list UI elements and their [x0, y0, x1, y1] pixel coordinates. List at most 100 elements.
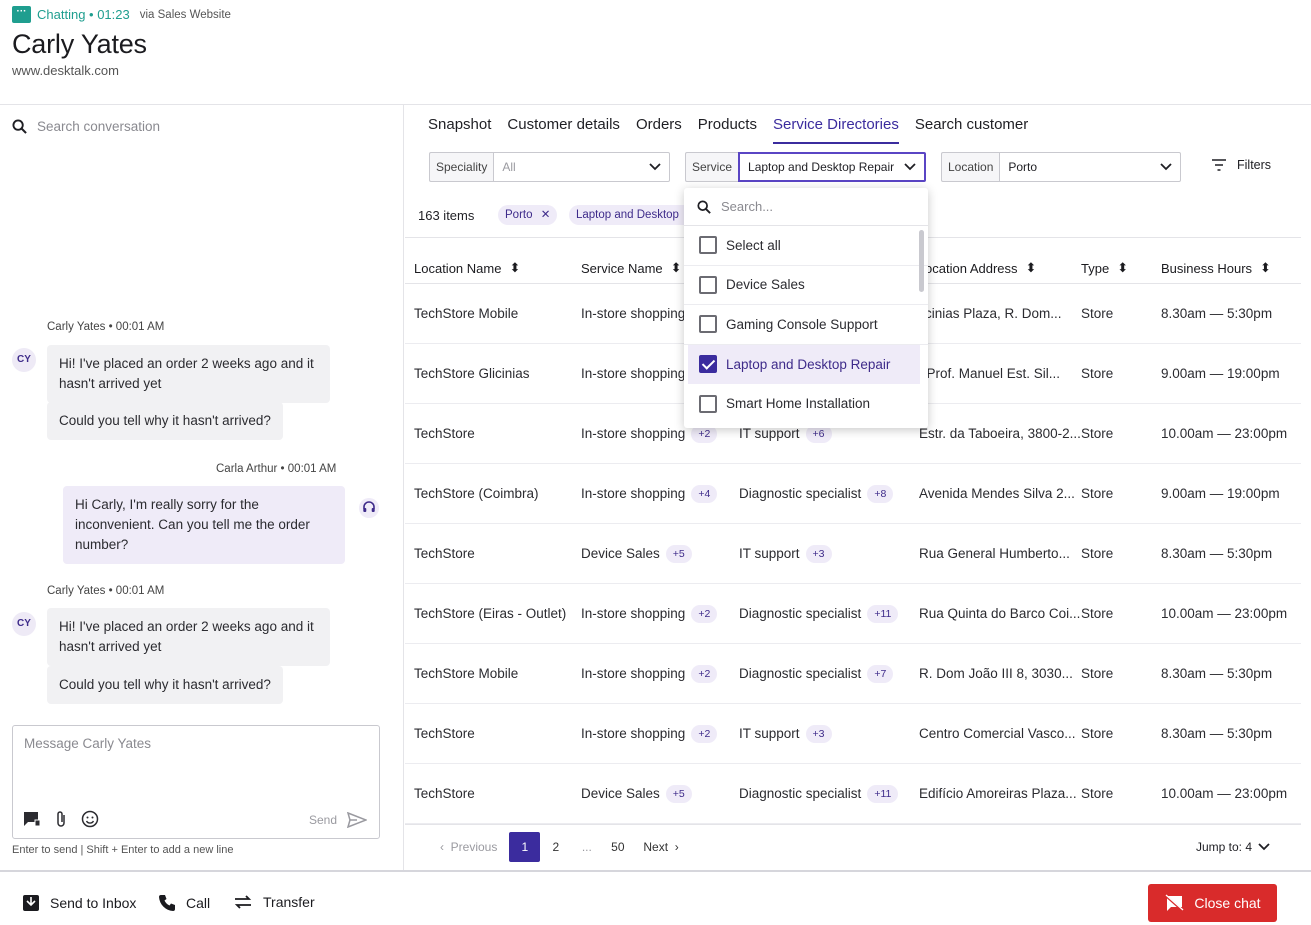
speciality-cell-text: Diagnostic specialist: [739, 486, 862, 501]
more-count-badge[interactable]: +6: [805, 425, 832, 444]
column-header-type[interactable]: Type ⬍: [1081, 260, 1128, 276]
close-icon[interactable]: ✕: [541, 209, 551, 221]
message-meta: Carla Arthur • 00:01 AM: [216, 463, 337, 475]
service-name-cell-text: In-store shopping: [581, 606, 686, 621]
checkbox[interactable]: [699, 275, 717, 294]
checkbox[interactable]: [699, 315, 717, 334]
more-count-badge[interactable]: +2: [691, 605, 718, 624]
sort-icon[interactable]: ⬍: [509, 260, 520, 276]
speciality-cell: Diagnostic specialist +11: [739, 584, 917, 644]
service-select[interactable]: Laptop and Desktop Repair: [738, 152, 927, 182]
customer-url: www.desktalk.com: [12, 63, 119, 78]
speciality-select[interactable]: All: [493, 152, 671, 182]
speciality-filter[interactable]: Speciality All: [429, 152, 671, 182]
previous-page-button[interactable]: ‹ Previous: [440, 840, 497, 854]
dropdown-option-smart-home-installation[interactable]: Smart Home Installation: [684, 384, 928, 424]
dropdown-option-device-sales[interactable]: Device Sales: [684, 266, 928, 305]
location-filter[interactable]: Location Porto: [941, 152, 1182, 182]
checkbox[interactable]: [699, 236, 717, 255]
business-hours-cell-text: 10.00am — 23:00pm: [1161, 426, 1288, 441]
page-button[interactable]: 2: [540, 832, 571, 862]
jump-to-page[interactable]: Jump to: 4: [1196, 840, 1270, 854]
filter-chip[interactable]: Porto ✕: [498, 205, 558, 225]
column-header-service-name[interactable]: Service Name ⬍: [581, 260, 682, 276]
column-header-location-name[interactable]: Location Name ⬍: [414, 260, 520, 276]
speciality-cell: Diagnostic specialist +8: [739, 464, 917, 524]
dropdown-search-input[interactable]: Search...: [721, 199, 773, 214]
more-count-badge[interactable]: +3: [805, 725, 832, 744]
call-button[interactable]: Call: [158, 894, 210, 912]
business-hours-cell: 8.30am — 5:30pm: [1161, 524, 1299, 584]
location-name-cell: TechStore (Coimbra): [414, 464, 579, 524]
sort-icon[interactable]: ⬍: [1117, 260, 1128, 276]
column-header-label: Service Name: [581, 260, 663, 276]
send-to-inbox-button[interactable]: Send to Inbox: [22, 894, 136, 912]
sort-icon[interactable]: ⬍: [671, 260, 682, 276]
more-count-badge[interactable]: +7: [867, 665, 894, 684]
dropdown-option-laptop-desktop-repair[interactable]: Laptop and Desktop Repair: [688, 344, 920, 384]
tab-orders[interactable]: Orders: [636, 116, 682, 144]
location-address-cell-text: Avenida Mendes Silva 2...: [919, 486, 1075, 501]
location-select[interactable]: Porto: [999, 152, 1182, 182]
dropdown-option-select-all[interactable]: Select all: [684, 226, 928, 266]
tab-service-directories[interactable]: Service Directories: [772, 116, 899, 144]
chat-header: ··· Chatting • 01:23 via Sales Website C…: [12, 6, 231, 78]
checkbox-checked[interactable]: [699, 355, 717, 374]
canned-response-icon[interactable]: [23, 811, 41, 827]
send-button[interactable]: Send: [309, 812, 367, 828]
emoji-icon[interactable]: [81, 810, 99, 828]
speciality-filter-label: Speciality: [429, 152, 494, 182]
more-count-badge[interactable]: +11: [867, 605, 899, 624]
conversation-search[interactable]: Search conversation: [12, 119, 160, 134]
attachment-icon[interactable]: [55, 810, 67, 828]
more-count-badge[interactable]: +8: [867, 485, 894, 504]
sort-icon[interactable]: ⬍: [1260, 260, 1271, 276]
page-button[interactable]: 50: [602, 832, 633, 862]
avatar: CY: [12, 612, 36, 636]
table-row[interactable]: TechStore In-store shopping +2 IT support +3…: [405, 704, 1301, 764]
more-count-badge[interactable]: +4: [691, 485, 718, 504]
transfer-button[interactable]: Transfer: [233, 894, 315, 910]
filter-chip[interactable]: Laptop and Desktop: [569, 205, 686, 225]
conversation-search-input[interactable]: Search conversation: [37, 119, 160, 134]
tab-customer-details[interactable]: Customer details: [507, 116, 620, 144]
message-input[interactable]: Message Carly Yates: [24, 736, 151, 751]
filter-chip-label: Laptop and Desktop: [576, 209, 679, 221]
more-count-badge[interactable]: +2: [691, 425, 718, 444]
table-row[interactable]: TechStore Device Sales +5 Diagnostic specia…: [405, 764, 1301, 824]
table-row[interactable]: TechStore (Eiras - Outlet) In-store shopp…: [405, 584, 1301, 644]
table-row[interactable]: TechStore Device Sales +5 IT support +3 Rua G…: [405, 524, 1301, 584]
tab-products[interactable]: Products: [698, 116, 757, 144]
checkbox[interactable]: [699, 394, 717, 413]
tab-snapshot[interactable]: Snapshot: [428, 116, 491, 144]
dropdown-scrollbar[interactable]: [919, 230, 924, 292]
dropdown-option-gaming-console-support[interactable]: Gaming Console Support: [684, 305, 928, 345]
page-button[interactable]: 1: [509, 832, 541, 862]
send-label: Send: [308, 813, 337, 827]
more-count-badge[interactable]: +2: [691, 725, 718, 744]
message-composer[interactable]: Message Carly Yates Send: [12, 725, 380, 839]
filters-button[interactable]: Filters: [1211, 158, 1271, 172]
pagination: ‹ Previous 1 2 ... 50 Next ›: [440, 832, 679, 862]
service-name-cell-text: In-store shopping: [581, 666, 686, 681]
service-filter[interactable]: Service Laptop and Desktop Repair: [685, 152, 927, 182]
column-header-location-address[interactable]: ocation Address ⬍: [925, 260, 1036, 276]
location-name-cell: TechStore Glicinias: [414, 344, 579, 404]
more-count-badge[interactable]: +5: [665, 785, 692, 804]
more-count-badge[interactable]: +5: [665, 545, 692, 564]
close-chat-button[interactable]: Close chat: [1148, 884, 1277, 922]
column-header-business-hours[interactable]: Business Hours ⬍: [1161, 260, 1271, 276]
table-row[interactable]: TechStore (Coimbra) In-store shopping +4 Di…: [405, 464, 1301, 524]
more-count-badge[interactable]: +2: [691, 665, 718, 684]
sort-icon[interactable]: ⬍: [1026, 260, 1037, 276]
dropdown-search[interactable]: Search...: [684, 188, 928, 226]
more-count-badge[interactable]: +11: [867, 785, 899, 804]
next-page-button[interactable]: Next ›: [643, 840, 678, 854]
headset-icon: [359, 498, 379, 518]
business-hours-cell-text: 9.00am — 19:00pm: [1161, 366, 1280, 381]
table-row[interactable]: TechStore Mobile In-store shopping +2 Diagn…: [405, 644, 1301, 704]
tab-search-customer[interactable]: Search customer: [915, 116, 1028, 144]
type-cell: Store: [1081, 404, 1151, 464]
filter-icon: [1212, 159, 1226, 171]
more-count-badge[interactable]: +3: [805, 545, 832, 564]
